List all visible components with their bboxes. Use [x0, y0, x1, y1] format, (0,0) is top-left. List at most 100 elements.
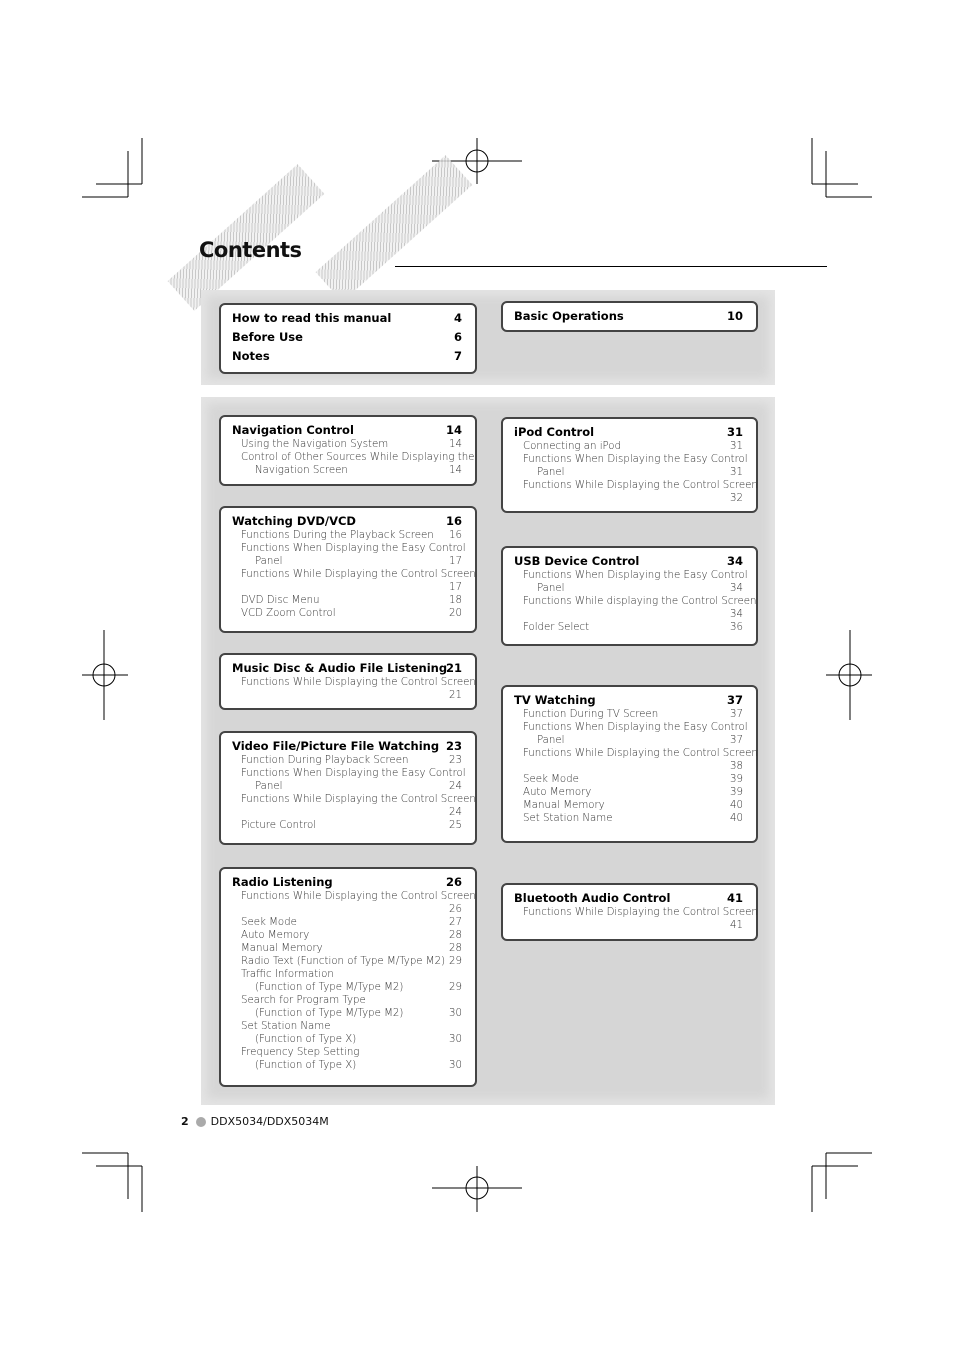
toc-entry-text: Traffic Information — [241, 969, 334, 980]
toc-entry-text: Functions While Displaying the Control S… — [523, 480, 758, 491]
toc-page-number: 14 — [449, 439, 462, 450]
toc-entry-text: Seek Mode — [523, 774, 579, 785]
toc-heading-entry[interactable]: Basic Operations 10 — [514, 307, 743, 326]
toc-entry[interactable]: Functions When Displaying the Easy Contr… — [514, 721, 748, 734]
toc-page-number: 7 — [453, 349, 462, 363]
toc-entry[interactable]: Folder Select 36 — [514, 621, 743, 634]
toc-entry[interactable]: Search for Program Type — [232, 994, 462, 1007]
toc-entry-text: Radio Text (Function of Type M/Type M2) — [241, 956, 446, 967]
toc-entry[interactable]: Functions When Displaying the Easy Contr… — [514, 569, 748, 582]
toc-entry[interactable]: Set Station Name 40 — [514, 812, 743, 825]
toc-entry[interactable]: Connecting an iPod 31 — [514, 440, 743, 453]
toc-entry[interactable]: Functions While Displaying the Control S… — [232, 568, 476, 581]
toc-entry-text: Set Station Name — [523, 813, 613, 824]
toc-heading-entry[interactable]: Video File/Picture File Watching 23 — [232, 739, 462, 754]
toc-entry[interactable]: Functions While Displaying the Control S… — [232, 676, 476, 689]
toc-heading-text: TV Watching — [514, 693, 596, 707]
toc-entry-text: Functions While Displaying the Control S… — [523, 907, 758, 918]
toc-entry[interactable]: Function During Playback Screen 23 — [232, 754, 462, 767]
toc-entry[interactable]: Functions While displaying the Control S… — [514, 595, 756, 608]
toc-heading-entry[interactable]: How to read this manual 4 — [232, 309, 462, 328]
toc-entry[interactable]: Functions While Displaying the Control S… — [232, 793, 476, 806]
toc-entry[interactable]: Functions While Displaying the Control S… — [514, 906, 758, 919]
toc-entry[interactable]: VCD Zoom Control 20 — [232, 607, 462, 620]
toc-entry[interactable]: Auto Memory 39 — [514, 786, 743, 799]
toc-entry[interactable]: 32 — [514, 492, 743, 505]
toc-entry[interactable]: 38 — [514, 760, 743, 773]
toc-entry-text: Functions While Displaying the Control S… — [241, 891, 476, 902]
toc-entry[interactable]: Seek Mode 39 — [514, 773, 743, 786]
toc-page-number: 37 — [730, 735, 743, 746]
toc-page-number: 39 — [730, 787, 743, 798]
toc-page-number: 16 — [445, 514, 462, 528]
toc-page-number: 41 — [730, 920, 743, 931]
toc-entry[interactable]: Functions While Displaying the Control S… — [514, 479, 758, 492]
toc-entry[interactable]: Auto Memory 28 — [232, 929, 462, 942]
toc-entry[interactable]: Functions When Displaying the Easy Contr… — [514, 453, 748, 466]
toc-entry[interactable]: Functions While Displaying the Control S… — [514, 747, 758, 760]
toc-entry-text: Set Station Name — [241, 1021, 331, 1032]
bullet-dot-icon — [195, 1116, 206, 1127]
toc-entry[interactable]: (Function of Type X) 30 — [232, 1033, 462, 1046]
toc-entry[interactable]: Seek Mode 27 — [232, 916, 462, 929]
toc-heading-entry[interactable]: Before Use 6 — [232, 328, 462, 347]
toc-heading-entry[interactable]: Radio Listening 26 — [232, 875, 462, 890]
toc-entry[interactable]: Panel 37 — [514, 734, 743, 747]
toc-page-number: 34 — [730, 583, 743, 594]
toc-entry-text: Functions While Displaying the Control S… — [523, 748, 758, 759]
toc-page-number: 17 — [449, 556, 462, 567]
toc-page-number: 14 — [449, 465, 462, 476]
toc-entry-text: Connecting an iPod — [523, 441, 622, 452]
toc-entry-text: Functions While Displaying the Control S… — [241, 569, 476, 580]
toc-entry[interactable]: Manual Memory 40 — [514, 799, 743, 812]
toc-entry[interactable]: Frequency Step Setting — [232, 1046, 462, 1059]
toc-entry[interactable]: Functions While Displaying the Control S… — [232, 890, 476, 903]
toc-heading-entry[interactable]: Watching DVD/VCD 16 — [232, 514, 462, 529]
toc-entry[interactable]: Panel 31 — [514, 466, 743, 479]
toc-page-number: 41 — [726, 891, 743, 905]
toc-entry-text: Panel — [255, 556, 283, 567]
toc-entry[interactable]: Panel 24 — [232, 780, 462, 793]
toc-heading-entry[interactable]: Navigation Control 14 — [232, 423, 462, 438]
toc-heading-entry[interactable]: USB Device Control 34 — [514, 554, 743, 569]
toc-entry[interactable]: Functions When Displaying the Easy Contr… — [232, 542, 466, 555]
toc-entry[interactable]: DVD Disc Menu 18 — [232, 594, 462, 607]
toc-entry[interactable]: Control of Other Sources While Displayin… — [232, 451, 474, 464]
toc-entry[interactable]: (Function of Type M/Type M2) 29 — [232, 981, 462, 994]
toc-page-number: 31 — [730, 441, 743, 452]
toc-entry[interactable]: Panel 17 — [232, 555, 462, 568]
toc-entry[interactable]: Navigation Screen 14 — [232, 464, 462, 477]
toc-entry[interactable]: (Function of Type M/Type M2) 30 — [232, 1007, 462, 1020]
toc-entry[interactable]: Panel 34 — [514, 582, 743, 595]
toc-entry[interactable]: (Function of Type X) 30 — [232, 1059, 462, 1072]
toc-entry[interactable]: Manual Memory 28 — [232, 942, 462, 955]
toc-entry[interactable]: 21 — [232, 689, 462, 702]
toc-entry-text: Panel — [537, 735, 565, 746]
toc-heading-text: Navigation Control — [232, 423, 354, 437]
toc-page-number: 37 — [726, 693, 743, 707]
toc-page-number: 31 — [730, 467, 743, 478]
title-rule — [395, 266, 827, 267]
toc-entry[interactable]: Traffic Information — [232, 968, 462, 981]
toc-entry[interactable]: 34 — [514, 608, 743, 621]
toc-entry[interactable]: Set Station Name — [232, 1020, 462, 1033]
toc-heading-text: Before Use — [232, 330, 303, 344]
toc-entry[interactable]: Picture Control 25 — [232, 819, 462, 832]
toc-entry[interactable]: Function During TV Screen 37 — [514, 708, 743, 721]
toc-entry-text: Functions When Displaying the Easy Contr… — [523, 722, 748, 733]
toc-page-number: 27 — [449, 917, 462, 928]
toc-entry[interactable]: Functions During the Playback Screen 16 — [232, 529, 462, 542]
toc-entry[interactable]: Radio Text (Function of Type M/Type M2) 2… — [232, 955, 462, 968]
toc-heading-entry[interactable]: Music Disc & Audio File Listening 21 — [232, 661, 462, 676]
toc-entry[interactable]: 17 — [232, 581, 462, 594]
toc-heading-entry[interactable]: iPod Control 31 — [514, 425, 743, 440]
toc-entry[interactable]: Using the Navigation System 14 — [232, 438, 462, 451]
toc-heading-entry[interactable]: TV Watching 37 — [514, 693, 743, 708]
toc-entry[interactable]: 26 — [232, 903, 462, 916]
toc-entry[interactable]: Functions When Displaying the Easy Contr… — [232, 767, 466, 780]
toc-heading-entry[interactable]: Bluetooth Audio Control 41 — [514, 891, 743, 906]
toc-entry-text: Functions When Displaying the Easy Contr… — [523, 454, 748, 465]
toc-entry[interactable]: 24 — [232, 806, 462, 819]
toc-entry[interactable]: 41 — [514, 919, 743, 932]
toc-heading-entry[interactable]: Notes 7 — [232, 347, 462, 366]
